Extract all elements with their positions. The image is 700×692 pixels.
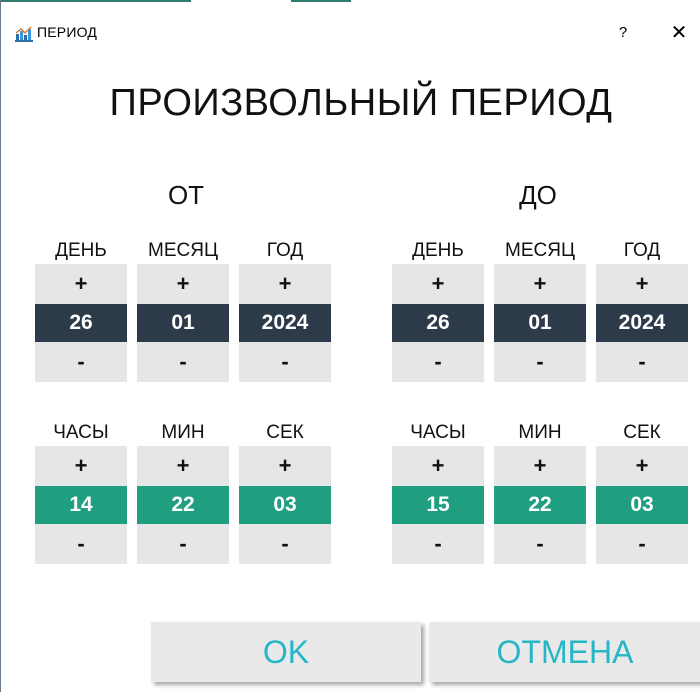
from-year-decrement-button[interactable]: - xyxy=(239,342,331,382)
to-minutes-increment-button[interactable]: + xyxy=(494,446,586,486)
period-dialog: ПЕРИОД ? ✕ ПРОИЗВОЛЬНЫЙ ПЕРИОД ОТ ДО ДЕН… xyxy=(0,0,700,692)
to-seconds-spinner: + 03 - xyxy=(596,446,688,564)
from-year-label: ГОД xyxy=(266,240,304,261)
from-month-spinner: + 01 - xyxy=(137,264,229,382)
to-seconds-label: СЕК xyxy=(623,422,661,443)
from-day-decrement-button[interactable]: - xyxy=(35,342,127,382)
title-bar: ПЕРИОД ? ✕ xyxy=(1,14,700,50)
to-month-decrement-button[interactable]: - xyxy=(494,342,586,382)
from-year-spinner: + 2024 - xyxy=(239,264,331,382)
from-year-value: 2024 xyxy=(239,304,331,342)
to-minutes-decrement-button[interactable]: - xyxy=(494,524,586,564)
to-hours-spinner: + 15 - xyxy=(392,446,484,564)
top-strip-segment xyxy=(1,0,191,2)
from-seconds-value: 03 xyxy=(239,486,331,524)
from-seconds-label: СЕК xyxy=(266,422,304,443)
from-seconds-increment-button[interactable]: + xyxy=(239,446,331,486)
to-hours-label: ЧАСЫ xyxy=(410,422,466,443)
from-hours-increment-button[interactable]: + xyxy=(35,446,127,486)
to-year-increment-button[interactable]: + xyxy=(596,264,688,304)
from-seconds-decrement-button[interactable]: - xyxy=(239,524,331,564)
from-day-increment-button[interactable]: + xyxy=(35,264,127,304)
to-seconds-value: 03 xyxy=(596,486,688,524)
from-minutes-label: МИН xyxy=(161,422,205,443)
from-day-spinner: + 26 - xyxy=(35,264,127,382)
chart-app-icon xyxy=(15,26,33,42)
to-day-value: 26 xyxy=(392,304,484,342)
to-minutes-spinner: + 22 - xyxy=(494,446,586,564)
cancel-button[interactable]: ОТМЕНА xyxy=(429,622,700,682)
to-hours-decrement-button[interactable]: - xyxy=(392,524,484,564)
window-title: ПЕРИОД xyxy=(37,24,98,40)
from-hours-value: 14 xyxy=(35,486,127,524)
to-day-decrement-button[interactable]: - xyxy=(392,342,484,382)
top-strip xyxy=(1,0,700,2)
to-month-value: 01 xyxy=(494,304,586,342)
to-hours-value: 15 xyxy=(392,486,484,524)
to-month-label: МЕСЯЦ xyxy=(505,240,575,261)
from-month-increment-button[interactable]: + xyxy=(137,264,229,304)
to-year-label: ГОД xyxy=(623,240,661,261)
ok-button[interactable]: OK xyxy=(151,622,421,682)
close-button[interactable]: ✕ xyxy=(665,20,693,46)
from-day-label: ДЕНЬ xyxy=(55,240,107,261)
to-seconds-decrement-button[interactable]: - xyxy=(596,524,688,564)
to-hours-increment-button[interactable]: + xyxy=(392,446,484,486)
to-month-increment-button[interactable]: + xyxy=(494,264,586,304)
from-minutes-increment-button[interactable]: + xyxy=(137,446,229,486)
to-year-decrement-button[interactable]: - xyxy=(596,342,688,382)
to-heading: ДО xyxy=(519,180,557,210)
from-year-increment-button[interactable]: + xyxy=(239,264,331,304)
to-year-value: 2024 xyxy=(596,304,688,342)
to-seconds-increment-button[interactable]: + xyxy=(596,446,688,486)
to-day-increment-button[interactable]: + xyxy=(392,264,484,304)
to-year-spinner: + 2024 - xyxy=(596,264,688,382)
from-seconds-spinner: + 03 - xyxy=(239,446,331,564)
from-month-decrement-button[interactable]: - xyxy=(137,342,229,382)
from-hours-decrement-button[interactable]: - xyxy=(35,524,127,564)
top-strip-segment xyxy=(291,0,351,2)
to-minutes-value: 22 xyxy=(494,486,586,524)
from-hours-label: ЧАСЫ xyxy=(53,422,109,443)
to-minutes-label: МИН xyxy=(518,422,562,443)
help-button[interactable]: ? xyxy=(611,20,635,46)
from-minutes-decrement-button[interactable]: - xyxy=(137,524,229,564)
from-hours-spinner: + 14 - xyxy=(35,446,127,564)
to-day-spinner: + 26 - xyxy=(392,264,484,382)
to-month-spinner: + 01 - xyxy=(494,264,586,382)
from-day-value: 26 xyxy=(35,304,127,342)
from-minutes-spinner: + 22 - xyxy=(137,446,229,564)
from-month-label: МЕСЯЦ xyxy=(148,240,218,261)
to-day-label: ДЕНЬ xyxy=(412,240,464,261)
from-minutes-value: 22 xyxy=(137,486,229,524)
from-heading: ОТ xyxy=(167,180,205,210)
page-title: ПРОИЗВОЛЬНЫЙ ПЕРИОД xyxy=(109,82,613,124)
from-month-value: 01 xyxy=(137,304,229,342)
